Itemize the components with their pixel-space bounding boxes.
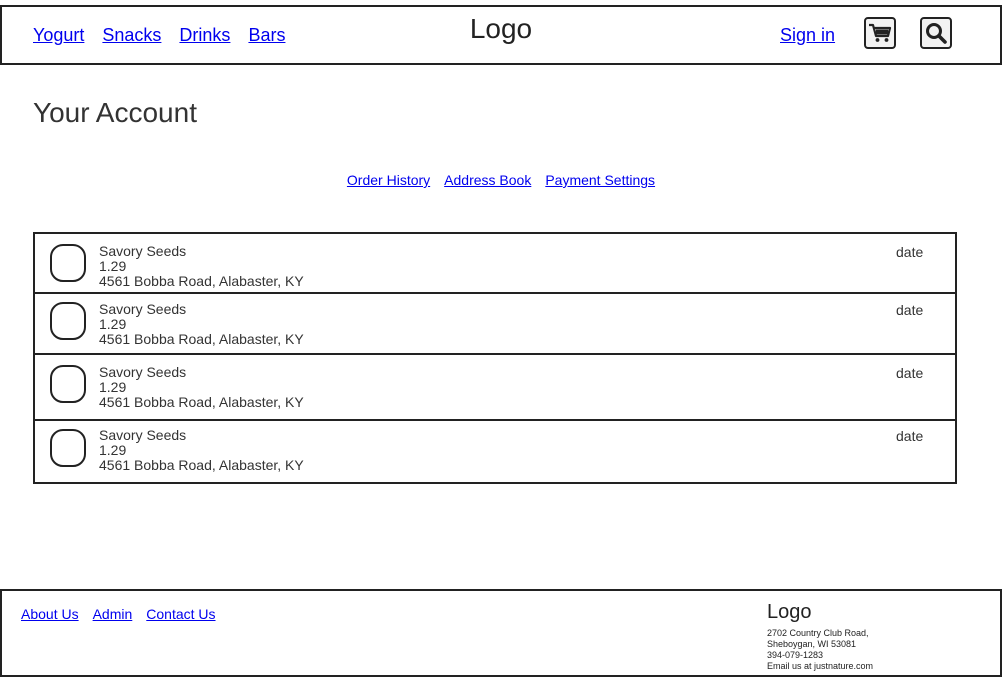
order-row[interactable]: Savory Seeds 1.29 4561 Bobba Road, Alaba…: [35, 421, 955, 484]
search-button[interactable]: [920, 17, 952, 49]
account-subnav: Order History Address Book Payment Setti…: [0, 172, 1002, 188]
order-row[interactable]: Savory Seeds 1.29 4561 Bobba Road, Alaba…: [35, 294, 955, 355]
product-name: Savory Seeds: [99, 243, 187, 259]
contact-us-link[interactable]: Contact Us: [146, 606, 215, 622]
product-thumbnail: [50, 429, 86, 467]
address-book-link[interactable]: Address Book: [444, 172, 531, 188]
order-list: Savory Seeds 1.29 4561 Bobba Road, Alaba…: [33, 232, 957, 484]
search-icon: [926, 23, 947, 44]
order-info: Savory Seeds 1.29 4561 Bobba Road, Alaba…: [99, 365, 304, 410]
order-date: date: [896, 244, 924, 260]
product-name: Savory Seeds: [99, 364, 187, 380]
phone-number: 394-079-1283: [767, 650, 824, 660]
shipping-address: 4561 Bobba Road, Alabaster, KY: [99, 394, 304, 410]
order-history-link[interactable]: Order History: [347, 172, 430, 188]
cart-icon: [869, 23, 892, 42]
site-footer: About Us Admin Contact Us Logo 2702 Coun…: [0, 589, 1002, 677]
page-title: Your Account: [33, 97, 197, 128]
product-price: 1.29: [99, 379, 127, 395]
cart-button[interactable]: [864, 17, 896, 49]
address-line-1: 2702 Country Club Road,: [767, 628, 869, 638]
product-thumbnail: [50, 302, 86, 340]
product-price: 1.29: [99, 258, 127, 274]
footer-address: 2702 Country Club Road, Sheboygan, WI 53…: [767, 628, 873, 672]
order-row[interactable]: Savory Seeds 1.29 4561 Bobba Road, Alaba…: [35, 355, 955, 421]
header-logo[interactable]: Logo: [2, 13, 1000, 45]
product-thumbnail: [50, 365, 86, 403]
site-header: Yogurt Snacks Drinks Bars Logo Sign in: [0, 5, 1002, 65]
shipping-address: 4561 Bobba Road, Alabaster, KY: [99, 273, 304, 289]
order-date: date: [896, 428, 924, 444]
address-line-2: Sheboygan, WI 53081: [767, 639, 857, 649]
order-row[interactable]: Savory Seeds 1.29 4561 Bobba Road, Alaba…: [35, 234, 955, 294]
shipping-address: 4561 Bobba Road, Alabaster, KY: [99, 331, 304, 347]
shipping-address: 4561 Bobba Road, Alabaster, KY: [99, 457, 304, 473]
product-price: 1.29: [99, 442, 127, 458]
email-contact: Email us at justnature.com: [767, 661, 874, 671]
product-thumbnail: [50, 244, 86, 282]
product-name: Savory Seeds: [99, 301, 187, 317]
order-info: Savory Seeds 1.29 4561 Bobba Road, Alaba…: [99, 302, 304, 347]
footer-links: About Us Admin Contact Us: [21, 606, 216, 622]
order-info: Savory Seeds 1.29 4561 Bobba Road, Alaba…: [99, 428, 304, 473]
product-price: 1.29: [99, 316, 127, 332]
admin-link[interactable]: Admin: [93, 606, 133, 622]
product-name: Savory Seeds: [99, 427, 187, 443]
order-info: Savory Seeds 1.29 4561 Bobba Road, Alaba…: [99, 244, 304, 289]
sign-in-link[interactable]: Sign in: [780, 25, 835, 46]
payment-settings-link[interactable]: Payment Settings: [545, 172, 655, 188]
order-date: date: [896, 302, 924, 318]
footer-logo[interactable]: Logo: [767, 601, 812, 624]
about-us-link[interactable]: About Us: [21, 606, 79, 622]
order-date: date: [896, 365, 924, 381]
